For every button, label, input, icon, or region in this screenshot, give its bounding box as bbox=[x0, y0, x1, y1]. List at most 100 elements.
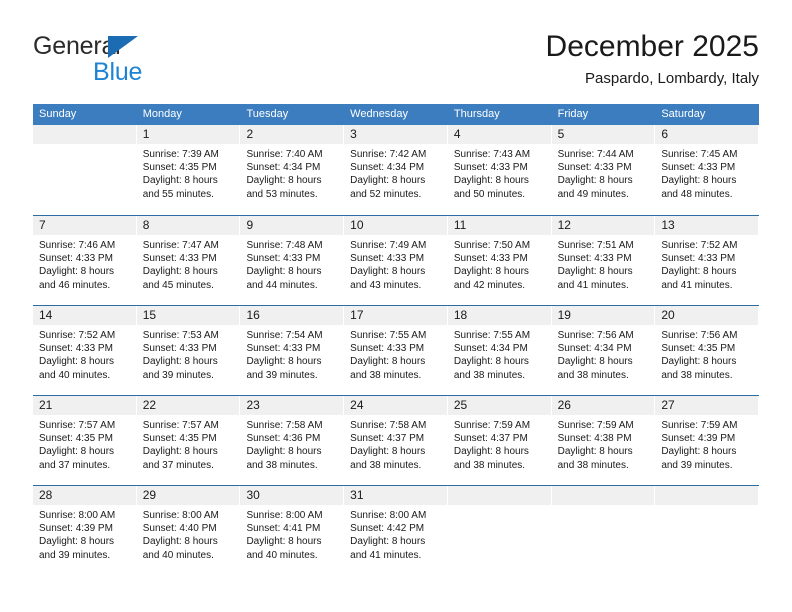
sunset-text: Sunset: 4:42 PM bbox=[350, 523, 425, 535]
sunset-text: Sunset: 4:41 PM bbox=[246, 523, 321, 535]
sunset-text: Sunset: 4:35 PM bbox=[661, 343, 736, 355]
daylight-line2-text: and 53 minutes. bbox=[246, 188, 318, 200]
day-number: 1 bbox=[136, 125, 240, 144]
day-cell[interactable]: 10 Sunrise: 7:49 AM Sunset: 4:33 PM Dayligh… bbox=[344, 216, 448, 305]
day-cell[interactable]: 3 Sunrise: 7:42 AM Sunset: 4:34 PM Daylight… bbox=[344, 125, 448, 215]
sunrise-text: Sunrise: 7:40 AM bbox=[246, 149, 323, 160]
sunrise-text: Sunrise: 7:49 AM bbox=[350, 240, 427, 251]
sunrise-text: Sunrise: 8:00 AM bbox=[246, 510, 323, 521]
week-row: 28 Sunrise: 8:00 AM Sunset: 4:39 PM Dayligh… bbox=[33, 485, 760, 575]
daylight-line1-text: Daylight: 8 hours bbox=[142, 356, 218, 368]
day-cell[interactable]: 16 Sunrise: 7:54 AM Sunset: 4:33 PM Dayligh… bbox=[240, 306, 345, 395]
day-details: Sunrise: 7:51 AM Sunset: 4:33 PM Daylight:… bbox=[552, 235, 655, 292]
daylight-line1-text: Daylight: 8 hours bbox=[350, 266, 426, 278]
sunset-text: Sunset: 4:33 PM bbox=[661, 253, 736, 265]
day-cell[interactable]: 7 Sunrise: 7:46 AM Sunset: 4:33 PM Daylight… bbox=[33, 216, 137, 305]
day-cell[interactable]: 30 Sunrise: 8:00 AM Sunset: 4:41 PM Dayligh… bbox=[240, 486, 345, 575]
daylight-line2-text: and 38 minutes. bbox=[557, 459, 629, 471]
sunset-text: Sunset: 4:33 PM bbox=[661, 162, 736, 174]
day-cell[interactable]: 11 Sunrise: 7:50 AM Sunset: 4:33 PM Dayligh… bbox=[447, 216, 552, 305]
daylight-line1-text: Daylight: 8 hours bbox=[142, 446, 218, 458]
daylight-line2-text: and 49 minutes. bbox=[557, 188, 629, 200]
day-cell[interactable]: 8 Sunrise: 7:47 AM Sunset: 4:33 PM Daylight… bbox=[136, 216, 241, 305]
sunrise-text: Sunrise: 7:39 AM bbox=[142, 149, 219, 160]
day-details bbox=[448, 505, 551, 509]
day-details bbox=[655, 505, 758, 509]
daylight-line2-text: and 38 minutes. bbox=[557, 369, 629, 381]
sunrise-text: Sunrise: 7:55 AM bbox=[453, 330, 531, 341]
day-details: Sunrise: 7:59 AM Sunset: 4:39 PM Daylight:… bbox=[655, 415, 758, 472]
day-cell[interactable]: 24 Sunrise: 7:58 AM Sunset: 4:37 PM Dayligh… bbox=[344, 396, 448, 485]
day-number: 29 bbox=[136, 486, 240, 505]
daylight-line2-text: and 46 minutes. bbox=[39, 279, 111, 291]
daylight-line1-text: Daylight: 8 hours bbox=[453, 175, 529, 187]
day-cell[interactable]: 27 Sunrise: 7:59 AM Sunset: 4:39 PM Dayligh… bbox=[655, 396, 760, 485]
day-cell[interactable]: 5 Sunrise: 7:44 AM Sunset: 4:33 PM Daylight… bbox=[551, 125, 656, 215]
day-cell[interactable]: 20 Sunrise: 7:56 AM Sunset: 4:35 PM Dayligh… bbox=[655, 306, 760, 395]
day-cell[interactable]: 6 Sunrise: 7:45 AM Sunset: 4:33 PM Daylight… bbox=[655, 125, 760, 215]
day-cell[interactable]: 29 Sunrise: 8:00 AM Sunset: 4:40 PM Dayligh… bbox=[136, 486, 241, 575]
sunrise-text: Sunrise: 7:59 AM bbox=[453, 420, 531, 431]
day-cell[interactable]: 23 Sunrise: 7:58 AM Sunset: 4:36 PM Dayligh… bbox=[240, 396, 345, 485]
daylight-line2-text: and 37 minutes. bbox=[39, 459, 111, 471]
day-cell-empty bbox=[447, 486, 552, 575]
day-cell[interactable]: 15 Sunrise: 7:53 AM Sunset: 4:33 PM Dayligh… bbox=[136, 306, 241, 395]
weekday-header-wednesday: Wednesday bbox=[350, 108, 409, 120]
daylight-line1-text: Daylight: 8 hours bbox=[350, 356, 426, 368]
daylight-line1-text: Daylight: 8 hours bbox=[661, 356, 737, 368]
day-cell[interactable]: 1 Sunrise: 7:39 AM Sunset: 4:35 PM Daylight… bbox=[136, 125, 241, 215]
daylight-line1-text: Daylight: 8 hours bbox=[142, 175, 218, 187]
day-details: Sunrise: 7:52 AM Sunset: 4:33 PM Daylight:… bbox=[33, 325, 136, 382]
day-number: 6 bbox=[655, 125, 759, 144]
sunrise-text: Sunrise: 7:58 AM bbox=[246, 420, 323, 431]
day-cell[interactable]: 17 Sunrise: 7:55 AM Sunset: 4:33 PM Dayligh… bbox=[344, 306, 448, 395]
day-cell[interactable]: 22 Sunrise: 7:57 AM Sunset: 4:35 PM Dayligh… bbox=[136, 396, 241, 485]
weekday-header-friday: Friday bbox=[557, 108, 589, 120]
daylight-line2-text: and 39 minutes. bbox=[661, 459, 733, 471]
day-cell[interactable]: 14 Sunrise: 7:52 AM Sunset: 4:33 PM Dayligh… bbox=[33, 306, 137, 395]
day-cell[interactable]: 2 Sunrise: 7:40 AM Sunset: 4:34 PM Daylight… bbox=[240, 125, 345, 215]
day-cell[interactable]: 21 Sunrise: 7:57 AM Sunset: 4:35 PM Dayligh… bbox=[33, 396, 137, 485]
location-subtitle: Paspardo, Lombardy, Italy bbox=[585, 70, 759, 87]
daylight-line1-text: Daylight: 8 hours bbox=[557, 356, 633, 368]
day-cell[interactable]: 25 Sunrise: 7:59 AM Sunset: 4:37 PM Dayligh… bbox=[447, 396, 552, 485]
day-cell[interactable]: 9 Sunrise: 7:48 AM Sunset: 4:33 PM Daylight… bbox=[240, 216, 345, 305]
sunset-text: Sunset: 4:34 PM bbox=[557, 343, 632, 355]
calendar-weeks: 1 Sunrise: 7:39 AM Sunset: 4:35 PM Daylight… bbox=[33, 125, 760, 575]
daylight-line1-text: Daylight: 8 hours bbox=[39, 266, 115, 278]
sunrise-text: Sunrise: 7:47 AM bbox=[142, 240, 219, 251]
day-details bbox=[33, 144, 136, 148]
day-details: Sunrise: 8:00 AM Sunset: 4:40 PM Daylight:… bbox=[137, 505, 240, 562]
daylight-line2-text: and 40 minutes. bbox=[246, 549, 318, 561]
day-cell[interactable]: 26 Sunrise: 7:59 AM Sunset: 4:38 PM Dayligh… bbox=[551, 396, 656, 485]
day-cell[interactable]: 28 Sunrise: 8:00 AM Sunset: 4:39 PM Dayligh… bbox=[33, 486, 137, 575]
logo-text-blue: Blue bbox=[93, 58, 143, 86]
daylight-line1-text: Daylight: 8 hours bbox=[246, 446, 322, 458]
sunrise-text: Sunrise: 7:56 AM bbox=[661, 330, 738, 341]
day-cell[interactable]: 12 Sunrise: 7:51 AM Sunset: 4:33 PM Dayligh… bbox=[551, 216, 656, 305]
daylight-line2-text: and 37 minutes. bbox=[142, 459, 214, 471]
day-cell-empty bbox=[655, 486, 760, 575]
sunset-text: Sunset: 4:37 PM bbox=[453, 433, 528, 445]
day-number: 12 bbox=[551, 216, 655, 235]
sunset-text: Sunset: 4:33 PM bbox=[453, 162, 528, 174]
day-cell[interactable]: 18 Sunrise: 7:55 AM Sunset: 4:34 PM Dayligh… bbox=[447, 306, 552, 395]
daylight-line2-text: and 55 minutes. bbox=[142, 188, 214, 200]
daylight-line1-text: Daylight: 8 hours bbox=[453, 356, 529, 368]
day-cell[interactable]: 13 Sunrise: 7:52 AM Sunset: 4:33 PM Dayligh… bbox=[655, 216, 760, 305]
day-number: 18 bbox=[447, 306, 551, 325]
day-number: 28 bbox=[33, 486, 136, 505]
daylight-line2-text: and 40 minutes. bbox=[142, 549, 214, 561]
sunset-text: Sunset: 4:33 PM bbox=[39, 253, 113, 265]
day-details: Sunrise: 7:55 AM Sunset: 4:33 PM Daylight:… bbox=[344, 325, 447, 382]
sunset-text: Sunset: 4:34 PM bbox=[246, 162, 321, 174]
daylight-line1-text: Daylight: 8 hours bbox=[350, 536, 426, 548]
day-details: Sunrise: 7:49 AM Sunset: 4:33 PM Daylight:… bbox=[344, 235, 447, 292]
day-number: 30 bbox=[240, 486, 344, 505]
daylight-line2-text: and 43 minutes. bbox=[350, 279, 422, 291]
day-cell[interactable]: 31 Sunrise: 8:00 AM Sunset: 4:42 PM Dayligh… bbox=[344, 486, 448, 575]
day-cell[interactable]: 4 Sunrise: 7:43 AM Sunset: 4:33 PM Daylight… bbox=[447, 125, 552, 215]
day-cell[interactable]: 19 Sunrise: 7:56 AM Sunset: 4:34 PM Dayligh… bbox=[551, 306, 656, 395]
logo-triangle-icon bbox=[108, 36, 138, 58]
day-number bbox=[33, 125, 136, 144]
